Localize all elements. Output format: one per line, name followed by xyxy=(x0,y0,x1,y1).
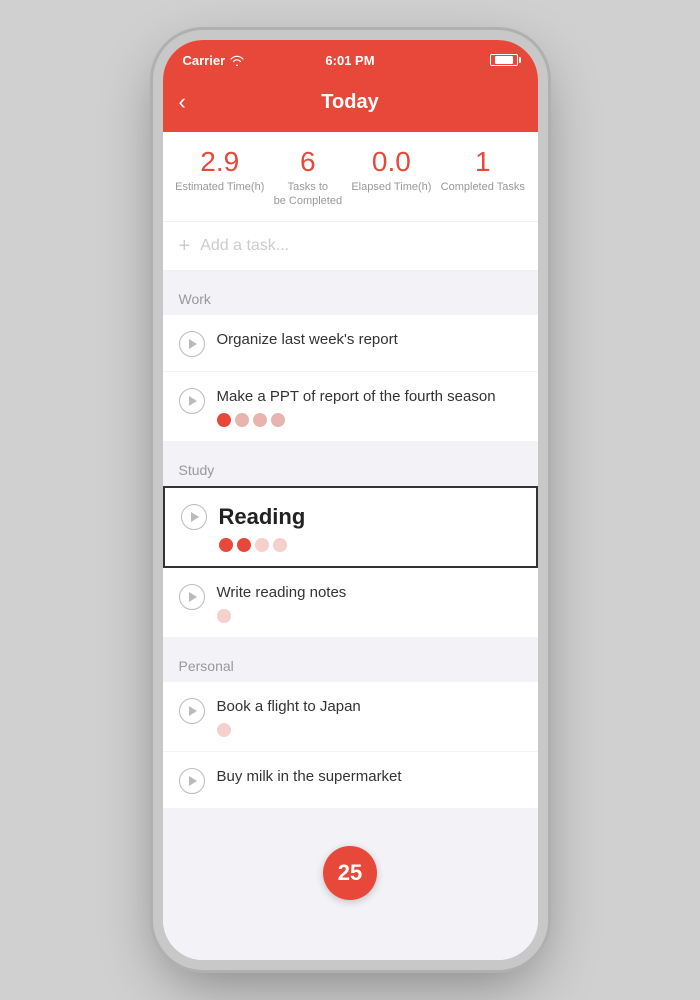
tomato-empty xyxy=(235,413,249,427)
task-flight-japan[interactable]: Book a flight to Japan xyxy=(163,682,538,751)
stat-tasks-to-complete: 6 Tasks tobe Completed xyxy=(274,148,343,209)
tomato-light xyxy=(217,723,231,737)
task-title: Organize last week's report xyxy=(217,329,522,350)
play-button[interactable] xyxy=(181,504,207,530)
badge-value: 25 xyxy=(338,860,362,886)
phone-frame: Carrier 6:01 PM ‹ Today 2.9 Estimated Ti… xyxy=(163,40,538,960)
page-title: Today xyxy=(321,91,378,114)
add-icon: + xyxy=(179,236,191,256)
task-content: Write reading notes xyxy=(217,582,522,623)
elapsed-time-label: Elapsed Time(h) xyxy=(351,180,431,194)
play-icon xyxy=(189,339,197,349)
estimated-time-label: Estimated Time(h) xyxy=(175,180,264,194)
stats-bar: 2.9 Estimated Time(h) 6 Tasks tobe Compl… xyxy=(163,132,538,222)
task-title: Write reading notes xyxy=(217,582,522,603)
play-icon xyxy=(189,776,197,786)
tomato-empty xyxy=(253,413,267,427)
status-time: 6:01 PM xyxy=(325,53,374,68)
task-title: Reading xyxy=(219,502,520,533)
tasks-to-complete-label: Tasks tobe Completed xyxy=(274,180,343,209)
add-task-row[interactable]: + Add a task... xyxy=(163,222,538,271)
task-reading[interactable]: Reading xyxy=(163,486,538,569)
tomato-light xyxy=(273,538,287,552)
completed-tasks-value: 1 xyxy=(475,148,491,176)
tomato-filled xyxy=(217,413,231,427)
play-button[interactable] xyxy=(179,388,205,414)
tomato-light xyxy=(255,538,269,552)
tomato-filled xyxy=(219,538,233,552)
tomato-filled xyxy=(237,538,251,552)
task-buy-milk[interactable]: Buy milk in the supermarket xyxy=(163,752,538,808)
tomato-empty xyxy=(271,413,285,427)
stat-elapsed-time: 0.0 Elapsed Time(h) xyxy=(351,148,431,209)
completed-tasks-label: Completed Tasks xyxy=(441,180,525,194)
play-button[interactable] xyxy=(179,768,205,794)
task-ppt-report[interactable]: Make a PPT of report of the fourth seaso… xyxy=(163,372,538,441)
back-button[interactable]: ‹ xyxy=(179,91,186,113)
task-content: Buy milk in the supermarket xyxy=(217,766,522,787)
task-title: Make a PPT of report of the fourth seaso… xyxy=(217,386,522,407)
battery-fill xyxy=(495,56,513,64)
task-content: Make a PPT of report of the fourth seaso… xyxy=(217,386,522,427)
task-content: Organize last week's report xyxy=(217,329,522,350)
section-personal-header: Personal xyxy=(163,638,538,682)
tasks-to-complete-value: 6 xyxy=(300,148,316,176)
tomato-indicators xyxy=(217,609,522,623)
stat-estimated-time: 2.9 Estimated Time(h) xyxy=(175,148,264,209)
elapsed-time-value: 0.0 xyxy=(372,148,411,176)
play-button[interactable] xyxy=(179,698,205,724)
task-reading-notes[interactable]: Write reading notes xyxy=(163,568,538,637)
add-task-placeholder: Add a task... xyxy=(200,237,289,255)
tomato-indicators xyxy=(219,538,520,552)
section-work-header: Work xyxy=(163,271,538,315)
task-content: Reading xyxy=(219,502,520,553)
task-title: Buy milk in the supermarket xyxy=(217,766,522,787)
app-header: ‹ Today xyxy=(163,76,538,132)
play-icon xyxy=(189,396,197,406)
play-icon xyxy=(189,592,197,602)
floating-badge: 25 xyxy=(323,846,377,900)
carrier-label: Carrier xyxy=(183,53,226,68)
wifi-icon xyxy=(230,55,244,66)
tomato-indicators xyxy=(217,723,522,737)
section-study-header: Study xyxy=(163,442,538,486)
content-area: + Add a task... Work Organize last week'… xyxy=(163,222,538,960)
play-icon xyxy=(191,512,199,522)
play-button[interactable] xyxy=(179,584,205,610)
play-icon xyxy=(189,706,197,716)
tomato-light xyxy=(217,609,231,623)
task-organize-report[interactable]: Organize last week's report xyxy=(163,315,538,371)
tomato-indicators xyxy=(217,413,522,427)
task-title: Book a flight to Japan xyxy=(217,696,522,717)
stat-completed-tasks: 1 Completed Tasks xyxy=(441,148,525,209)
play-button[interactable] xyxy=(179,331,205,357)
task-content: Book a flight to Japan xyxy=(217,696,522,737)
estimated-time-value: 2.9 xyxy=(200,148,239,176)
status-bar: Carrier 6:01 PM xyxy=(163,40,538,76)
